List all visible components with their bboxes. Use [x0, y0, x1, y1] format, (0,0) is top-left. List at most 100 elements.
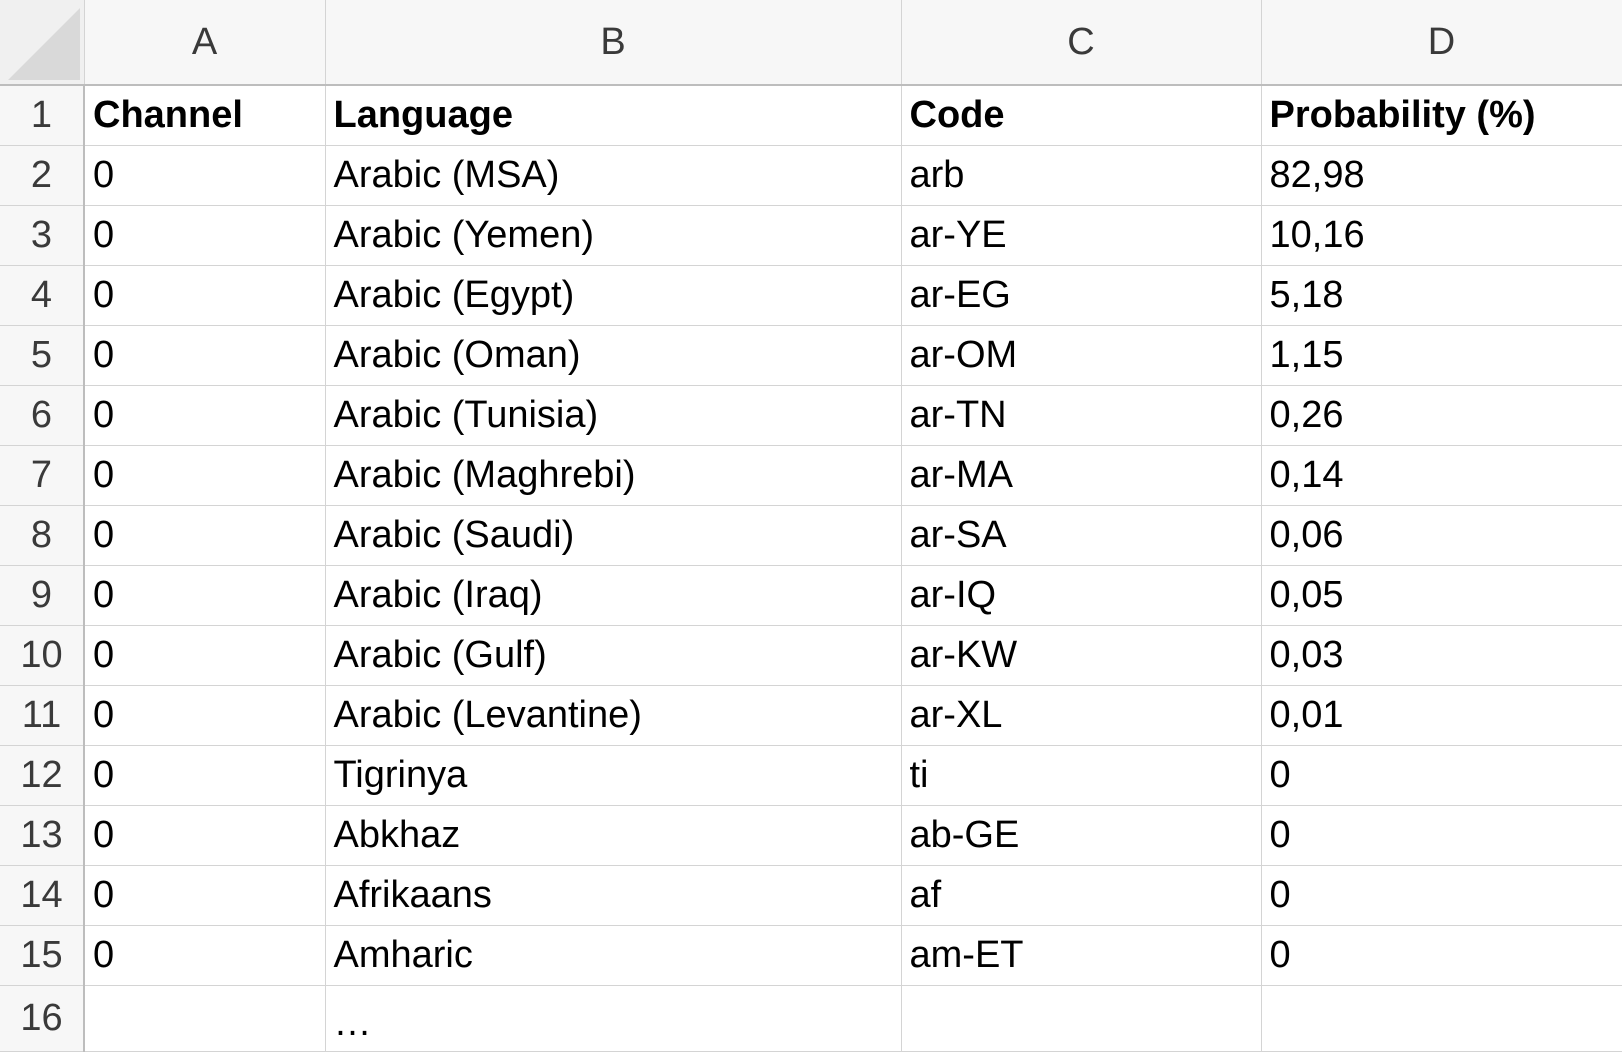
cell-channel[interactable]: 0: [84, 205, 326, 266]
cell-code[interactable]: ar-EG: [901, 265, 1262, 326]
column-header-a[interactable]: A: [84, 0, 326, 86]
cell-language[interactable]: Arabic (Oman): [325, 325, 902, 386]
table-row: 6 0 Arabic (Tunisia) ar-TN 0,26: [0, 385, 1622, 446]
cell-code[interactable]: am-ET: [901, 925, 1262, 986]
cell-code[interactable]: af: [901, 865, 1262, 926]
spreadsheet: A B C D 1 Channel Language Code Probabil…: [0, 0, 1622, 1052]
cell-channel[interactable]: [84, 985, 326, 1052]
table-row: 3 0 Arabic (Yemen) ar-YE 10,16: [0, 205, 1622, 266]
cell-language[interactable]: Afrikaans: [325, 865, 902, 926]
cell-language[interactable]: Tigrinya: [325, 745, 902, 806]
cell-language[interactable]: Arabic (Egypt): [325, 265, 902, 326]
row-header[interactable]: 6: [0, 385, 85, 446]
cell-code[interactable]: ar-TN: [901, 385, 1262, 446]
cell-code-header[interactable]: Code: [901, 85, 1262, 146]
cell-channel[interactable]: 0: [84, 625, 326, 686]
cell-code[interactable]: ar-KW: [901, 625, 1262, 686]
cell-channel[interactable]: 0: [84, 925, 326, 986]
row-header[interactable]: 10: [0, 625, 85, 686]
column-header-d[interactable]: D: [1261, 0, 1622, 86]
cell-language[interactable]: Amharic: [325, 925, 902, 986]
cell-language-ellipsis[interactable]: …: [325, 985, 902, 1052]
table-row: 15 0 Amharic am-ET 0: [0, 925, 1622, 986]
row-header[interactable]: 13: [0, 805, 85, 866]
cell-channel[interactable]: 0: [84, 805, 326, 866]
cell-channel[interactable]: 0: [84, 265, 326, 326]
row-header[interactable]: 14: [0, 865, 85, 926]
cell-language[interactable]: Arabic (Gulf): [325, 625, 902, 686]
table-row: 14 0 Afrikaans af 0: [0, 865, 1622, 926]
cell-probability[interactable]: 0: [1261, 865, 1622, 926]
cell-language-header[interactable]: Language: [325, 85, 902, 146]
cell-channel[interactable]: 0: [84, 325, 326, 386]
table-row: 1 Channel Language Code Probability (%): [0, 85, 1622, 146]
cell-probability[interactable]: 0: [1261, 745, 1622, 806]
table-row: 5 0 Arabic (Oman) ar-OM 1,15: [0, 325, 1622, 386]
table-row: 11 0 Arabic (Levantine) ar-XL 0,01: [0, 685, 1622, 746]
cell-channel[interactable]: 0: [84, 145, 326, 206]
cell-probability[interactable]: 0,05: [1261, 565, 1622, 626]
cell-code[interactable]: arb: [901, 145, 1262, 206]
column-header-c[interactable]: C: [901, 0, 1262, 86]
cell-code[interactable]: ar-MA: [901, 445, 1262, 506]
spreadsheet-grid: A B C D 1 Channel Language Code Probabil…: [0, 0, 1622, 1052]
row-header[interactable]: 5: [0, 325, 85, 386]
cell-probability[interactable]: 0: [1261, 805, 1622, 866]
cell-language[interactable]: Arabic (Iraq): [325, 565, 902, 626]
row-header[interactable]: 16: [0, 985, 85, 1052]
table-row: 4 0 Arabic (Egypt) ar-EG 5,18: [0, 265, 1622, 326]
row-header[interactable]: 2: [0, 145, 85, 206]
cell-channel-header[interactable]: Channel: [84, 85, 326, 146]
select-all-corner[interactable]: [0, 0, 85, 86]
table-row: 13 0 Abkhaz ab-GE 0: [0, 805, 1622, 866]
cell-probability[interactable]: 0,03: [1261, 625, 1622, 686]
cell-code[interactable]: ar-OM: [901, 325, 1262, 386]
row-header[interactable]: 11: [0, 685, 85, 746]
grid-body: 1 Channel Language Code Probability (%) …: [0, 85, 1622, 1052]
row-header[interactable]: 12: [0, 745, 85, 806]
cell-probability[interactable]: 10,16: [1261, 205, 1622, 266]
row-header[interactable]: 9: [0, 565, 85, 626]
cell-channel[interactable]: 0: [84, 685, 326, 746]
cell-probability-header[interactable]: Probability (%): [1261, 85, 1622, 146]
row-header[interactable]: 4: [0, 265, 85, 326]
row-header[interactable]: 3: [0, 205, 85, 266]
cell-channel[interactable]: 0: [84, 505, 326, 566]
row-header[interactable]: 7: [0, 445, 85, 506]
cell-probability[interactable]: 0,26: [1261, 385, 1622, 446]
cell-code[interactable]: ar-XL: [901, 685, 1262, 746]
cell-channel[interactable]: 0: [84, 745, 326, 806]
cell-language[interactable]: Arabic (Yemen): [325, 205, 902, 266]
table-row: 10 0 Arabic (Gulf) ar-KW 0,03: [0, 625, 1622, 686]
row-header[interactable]: 8: [0, 505, 85, 566]
row-header[interactable]: 1: [0, 85, 85, 146]
cell-language[interactable]: Abkhaz: [325, 805, 902, 866]
cell-language[interactable]: Arabic (Saudi): [325, 505, 902, 566]
cell-code[interactable]: ti: [901, 745, 1262, 806]
cell-probability[interactable]: 1,15: [1261, 325, 1622, 386]
cell-probability[interactable]: 82,98: [1261, 145, 1622, 206]
cell-channel[interactable]: 0: [84, 565, 326, 626]
cell-probability[interactable]: [1261, 985, 1622, 1052]
cell-probability[interactable]: 5,18: [1261, 265, 1622, 326]
cell-language[interactable]: Arabic (MSA): [325, 145, 902, 206]
cell-language[interactable]: Arabic (Tunisia): [325, 385, 902, 446]
cell-language[interactable]: Arabic (Levantine): [325, 685, 902, 746]
select-all-triangle-icon: [7, 8, 80, 80]
cell-probability[interactable]: 0,14: [1261, 445, 1622, 506]
cell-probability[interactable]: 0,06: [1261, 505, 1622, 566]
cell-code[interactable]: ar-SA: [901, 505, 1262, 566]
table-row: 12 0 Tigrinya ti 0: [0, 745, 1622, 806]
cell-code[interactable]: [901, 985, 1262, 1052]
row-header[interactable]: 15: [0, 925, 85, 986]
cell-channel[interactable]: 0: [84, 385, 326, 446]
cell-code[interactable]: ab-GE: [901, 805, 1262, 866]
cell-probability[interactable]: 0,01: [1261, 685, 1622, 746]
cell-code[interactable]: ar-IQ: [901, 565, 1262, 626]
cell-probability[interactable]: 0: [1261, 925, 1622, 986]
column-header-b[interactable]: B: [325, 0, 902, 86]
cell-channel[interactable]: 0: [84, 865, 326, 926]
cell-channel[interactable]: 0: [84, 445, 326, 506]
cell-language[interactable]: Arabic (Maghrebi): [325, 445, 902, 506]
cell-code[interactable]: ar-YE: [901, 205, 1262, 266]
